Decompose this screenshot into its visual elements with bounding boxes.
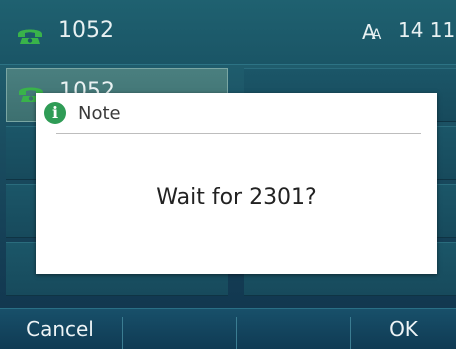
info-icon: i: [44, 102, 66, 124]
dialog-title: Note: [78, 103, 121, 124]
dialog-message: Wait for 2301?: [156, 185, 317, 210]
phone-screen: 1052 AA 14 11 1052 Cancel OK i Note Wait…: [0, 0, 456, 349]
status-bar: 1052 AA 14 11: [0, 0, 456, 65]
account-label: 1052: [58, 18, 114, 43]
phone-icon: [18, 29, 42, 44]
font-size-icon[interactable]: AA: [362, 20, 381, 44]
softkey-bar: Cancel OK: [0, 308, 456, 349]
dialog-divider: [56, 133, 421, 134]
softkey-3[interactable]: [237, 309, 349, 349]
ok-softkey[interactable]: OK: [351, 309, 456, 349]
note-dialog: i Note Wait for 2301?: [36, 93, 437, 274]
dialog-header: i Note: [36, 93, 437, 135]
font-icon-large: A: [362, 20, 376, 44]
clock: 14 11: [398, 18, 456, 42]
softkey-2[interactable]: [123, 309, 235, 349]
font-icon-small: A: [371, 27, 381, 43]
cancel-softkey[interactable]: Cancel: [0, 309, 120, 349]
